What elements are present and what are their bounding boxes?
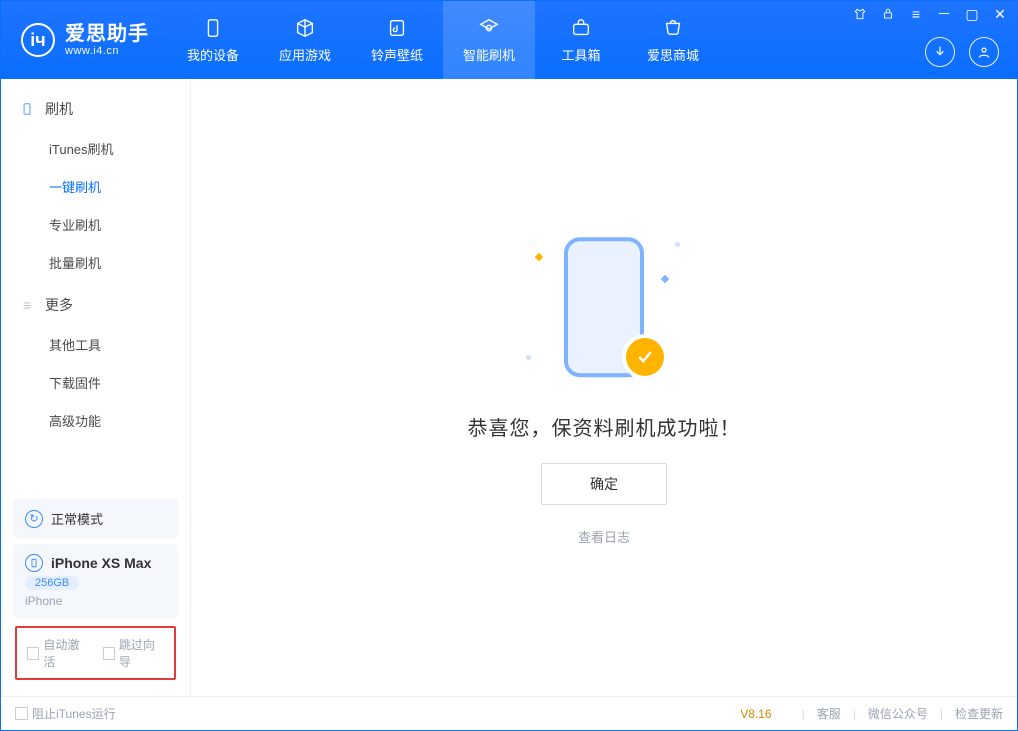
checkbox-label: 跳过向导 bbox=[119, 636, 164, 670]
device-card[interactable]: iPhone XS Max 256GB iPhone bbox=[13, 544, 178, 618]
body: 刷机 iTunes刷机 一键刷机 专业刷机 批量刷机 ≡ 更多 其他工具 下载固… bbox=[1, 79, 1017, 696]
sidebar-item-onekey-flash[interactable]: 一键刷机 bbox=[1, 169, 190, 207]
brand: iч 爱思助手 www.i4.cn bbox=[1, 1, 167, 79]
main-content: 恭喜您，保资料刷机成功啦！ 确定 查看日志 bbox=[191, 79, 1017, 696]
checkbox-icon[interactable] bbox=[103, 647, 115, 660]
section-title: 刷机 bbox=[45, 99, 73, 119]
footer-link-support[interactable]: 客服 bbox=[817, 705, 841, 722]
header-right-icons bbox=[925, 37, 999, 67]
sidebar-section-flash: 刷机 bbox=[1, 87, 190, 131]
spark-icon bbox=[535, 252, 543, 260]
nav-label: 智能刷机 bbox=[463, 45, 515, 64]
nav-label: 铃声壁纸 bbox=[371, 45, 423, 64]
nav-store[interactable]: 爱思商城 bbox=[627, 1, 719, 79]
minimize-icon[interactable]: － bbox=[935, 5, 953, 23]
sidebar-item-download-firmware[interactable]: 下载固件 bbox=[1, 365, 190, 403]
toolbox-icon bbox=[569, 16, 593, 40]
check-badge-icon bbox=[626, 338, 664, 376]
nav-flash[interactable]: 智能刷机 bbox=[443, 1, 535, 79]
checkbox-icon[interactable] bbox=[15, 707, 28, 720]
brand-text: 爱思助手 www.i4.cn bbox=[65, 23, 149, 57]
ok-button[interactable]: 确定 bbox=[541, 463, 667, 505]
checkbox-auto-activate[interactable]: 自动激活 bbox=[27, 636, 89, 670]
brand-title: 爱思助手 bbox=[65, 23, 149, 45]
nav-mydevice[interactable]: 我的设备 bbox=[167, 1, 259, 79]
checkbox-icon[interactable] bbox=[27, 647, 39, 660]
device-storage-badge: 256GB bbox=[25, 576, 79, 590]
titlebar: iч 爱思助手 www.i4.cn 我的设备 应用游戏 铃声壁纸 智能刷机 bbox=[1, 1, 1017, 79]
nav-ringtones[interactable]: 铃声壁纸 bbox=[351, 1, 443, 79]
device-type: iPhone bbox=[25, 594, 62, 608]
device-name-row: iPhone XS Max bbox=[25, 554, 151, 572]
sidebar-item-itunes-flash[interactable]: iTunes刷机 bbox=[1, 131, 190, 169]
nav-toolbox[interactable]: 工具箱 bbox=[535, 1, 627, 79]
checkbox-skip-guide[interactable]: 跳过向导 bbox=[103, 636, 165, 670]
user-icon[interactable] bbox=[969, 37, 999, 67]
mode-icon: ↻ bbox=[25, 510, 43, 528]
refresh-icon bbox=[477, 16, 501, 40]
menu-icon[interactable]: ≡ bbox=[907, 5, 925, 23]
checkbox-block-itunes[interactable]: 阻止iTunes运行 bbox=[15, 705, 116, 722]
view-log-link[interactable]: 查看日志 bbox=[578, 527, 630, 546]
section-title: 更多 bbox=[45, 295, 73, 315]
sidebar-item-advanced[interactable]: 高级功能 bbox=[1, 403, 190, 441]
sidebar-scroll: 刷机 iTunes刷机 一键刷机 专业刷机 批量刷机 ≡ 更多 其他工具 下载固… bbox=[1, 79, 190, 485]
window-controls: ≡ － ▢ ✕ bbox=[851, 5, 1009, 23]
device-phone-icon bbox=[25, 554, 43, 572]
phone-outline-icon bbox=[19, 101, 35, 117]
nav-label: 爱思商城 bbox=[647, 45, 699, 64]
dot-icon bbox=[675, 242, 680, 247]
music-icon bbox=[385, 16, 409, 40]
nav-label: 应用游戏 bbox=[279, 45, 331, 64]
app-window: iч 爱思助手 www.i4.cn 我的设备 应用游戏 铃声壁纸 智能刷机 bbox=[0, 0, 1018, 731]
sidebar: 刷机 iTunes刷机 一键刷机 专业刷机 批量刷机 ≡ 更多 其他工具 下载固… bbox=[1, 79, 191, 696]
brand-logo-icon: iч bbox=[21, 23, 55, 57]
footer: 阻止iTunes运行 V8.16 | 客服 | 微信公众号 | 检查更新 bbox=[1, 696, 1017, 730]
footer-link-wechat[interactable]: 微信公众号 bbox=[868, 705, 928, 722]
sidebar-bottom: ↻ 正常模式 iPhone XS Max 256GB iPhone 自动激活 跳… bbox=[1, 485, 190, 696]
list-icon: ≡ bbox=[19, 297, 35, 313]
sidebar-item-batch-flash[interactable]: 批量刷机 bbox=[1, 245, 190, 283]
sidebar-item-other-tools[interactable]: 其他工具 bbox=[1, 327, 190, 365]
nav-apps[interactable]: 应用游戏 bbox=[259, 1, 351, 79]
mode-label: 正常模式 bbox=[51, 509, 103, 528]
device-icon bbox=[201, 16, 225, 40]
sidebar-section-more: ≡ 更多 bbox=[1, 283, 190, 327]
spark-icon bbox=[661, 274, 669, 282]
brand-subtitle: www.i4.cn bbox=[65, 45, 149, 57]
success-message: 恭喜您，保资料刷机成功啦！ bbox=[468, 412, 741, 441]
close-icon[interactable]: ✕ bbox=[991, 5, 1009, 23]
checkbox-label: 自动激活 bbox=[43, 636, 88, 670]
nav-label: 我的设备 bbox=[187, 45, 239, 64]
maximize-icon[interactable]: ▢ bbox=[963, 5, 981, 23]
footer-link-update[interactable]: 检查更新 bbox=[955, 705, 1003, 722]
success-illustration bbox=[514, 230, 694, 390]
shirt-icon[interactable] bbox=[851, 5, 869, 23]
sidebar-item-pro-flash[interactable]: 专业刷机 bbox=[1, 207, 190, 245]
download-icon[interactable] bbox=[925, 37, 955, 67]
mode-card[interactable]: ↻ 正常模式 bbox=[13, 499, 178, 538]
nav-label: 工具箱 bbox=[561, 45, 600, 64]
top-nav: 我的设备 应用游戏 铃声壁纸 智能刷机 工具箱 爱思商城 bbox=[167, 1, 719, 79]
cart-icon bbox=[661, 16, 685, 40]
options-highlight-box: 自动激活 跳过向导 bbox=[15, 626, 176, 680]
version-label: V8.16 bbox=[740, 707, 771, 721]
cube-icon bbox=[293, 16, 317, 40]
dot-icon bbox=[526, 355, 531, 360]
device-name: iPhone XS Max bbox=[51, 555, 151, 571]
checkbox-label: 阻止iTunes运行 bbox=[32, 705, 116, 722]
lock-icon[interactable] bbox=[879, 5, 897, 23]
